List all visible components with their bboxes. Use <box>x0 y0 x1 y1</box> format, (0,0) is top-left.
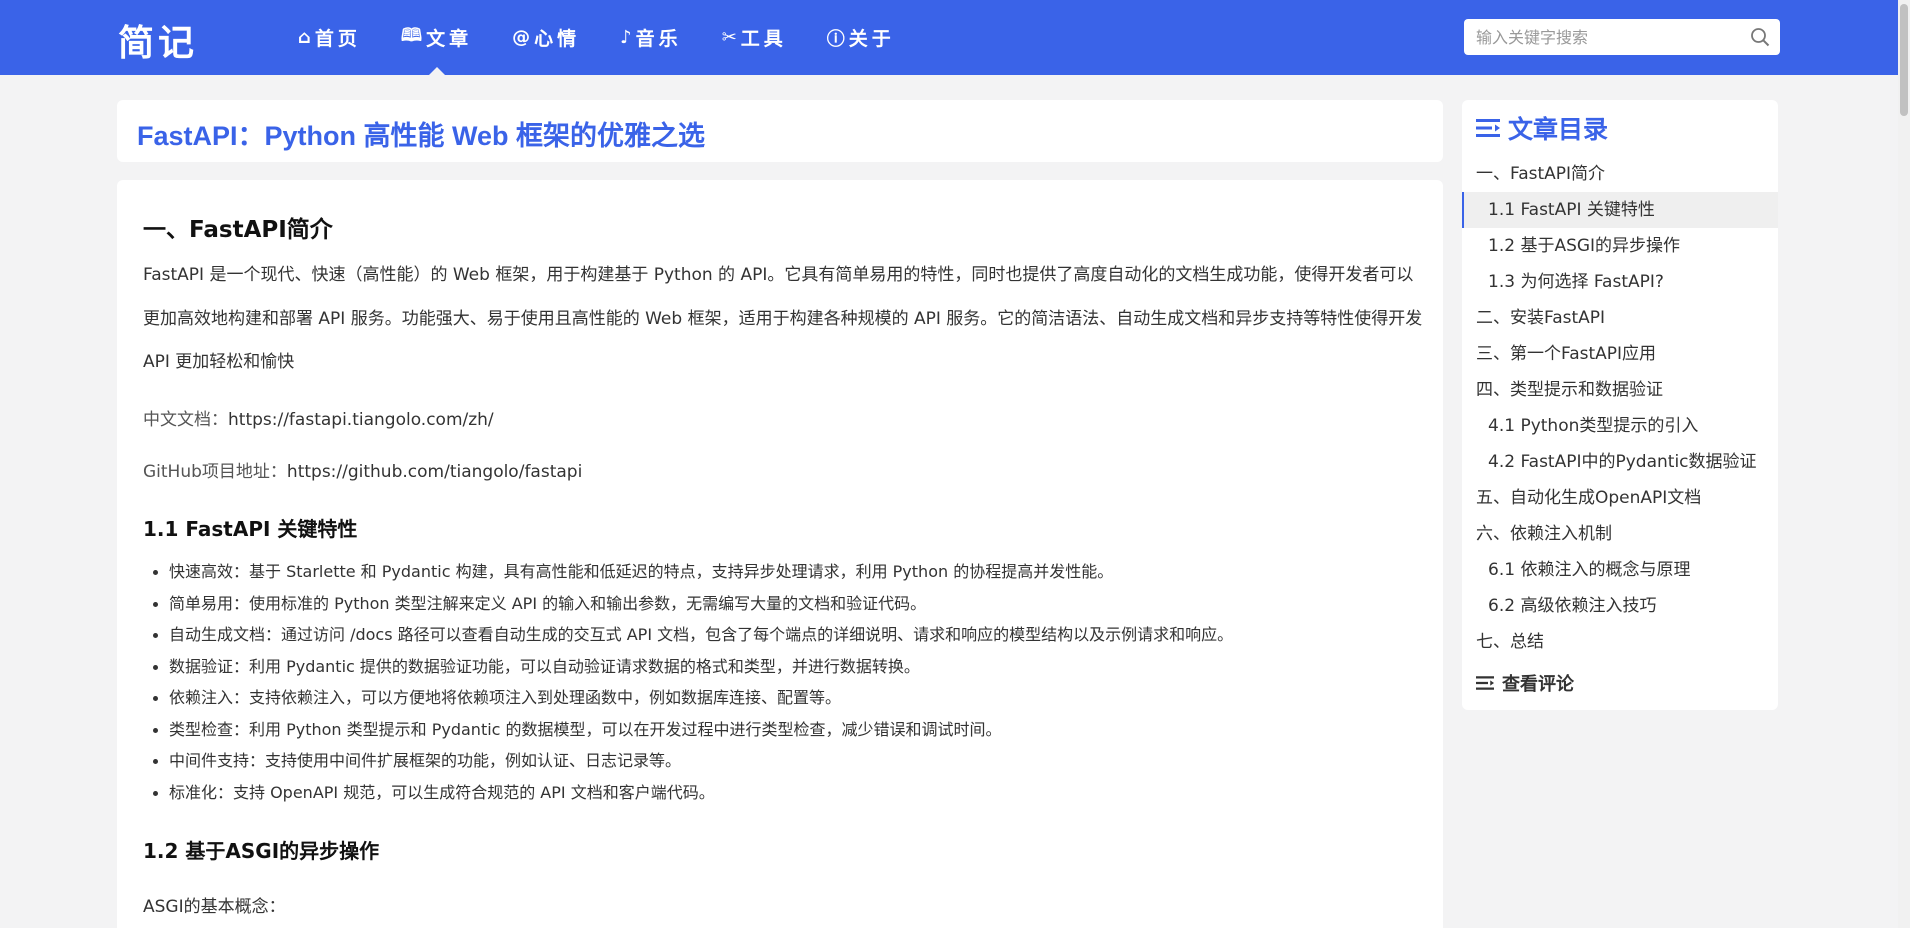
list-item: 依赖注入：支持依赖注入，可以方便地将依赖项注入到处理函数中，例如数据库连接、配置… <box>143 682 1233 714</box>
music-note-icon: ♪ <box>620 27 632 48</box>
toc-item[interactable]: 4.2 FastAPI中的Pydantic数据验证 <box>1462 444 1778 480</box>
search-input[interactable] <box>1464 19 1744 55</box>
view-comments-link[interactable]: 查看评论 <box>1476 670 1574 696</box>
article-title-card: FastAPI：Python 高性能 Web 框架的优雅之选 <box>117 100 1443 162</box>
nav-item-label: 工具 <box>740 28 787 50</box>
toc-item[interactable]: 6.2 高级依赖注入技巧 <box>1462 588 1778 624</box>
toc-item[interactable]: 二、安装FastAPI <box>1462 300 1778 336</box>
list-item: 类型检查：利用 Python 类型提示和 Pydantic 的数据模型，可以在开… <box>143 714 1233 746</box>
nav-item[interactable]: ⓘ 关于 <box>807 0 915 75</box>
article-body: 一、FastAPI简介 FastAPI 是一个现代、快速（高性能）的 Web 框… <box>117 180 1443 928</box>
nav-item-label: 音乐 <box>635 28 682 50</box>
article-title: FastAPI：Python 高性能 Web 框架的优雅之选 <box>137 121 706 151</box>
nav-item[interactable]: ♪ 音乐 <box>600 0 702 75</box>
scrollbar-thumb[interactable] <box>1900 4 1908 116</box>
toc-title: 文章目录 <box>1476 110 1608 146</box>
list-item: 标准化：支持 OpenAPI 规范，可以生成符合规范的 API 文档和客户端代码… <box>143 777 1233 809</box>
docs-label: 中文文档： <box>143 410 228 430</box>
nav-item-label: 首页 <box>314 28 361 50</box>
docs-link-line: 中文文档：https://fastapi.tiangolo.com/zh/ <box>143 405 494 430</box>
toc-item[interactable]: 六、依赖注入机制 <box>1462 516 1778 552</box>
nav-item[interactable]: 🕮 文章 <box>381 0 492 75</box>
list-icon <box>1476 676 1494 690</box>
toc-item[interactable]: 四、类型提示和数据验证 <box>1462 372 1778 408</box>
github-link-line: GitHub项目地址：https://github.com/tiangolo/f… <box>143 457 582 482</box>
intro-paragraph: FastAPI 是一个现代、快速（高性能）的 Web 框架，用于构建基于 Pyt… <box>143 265 1423 372</box>
list-item: 中间件支持：支持使用中间件扩展框架的功能，例如认证、日志记录等。 <box>143 745 1233 777</box>
toc-item[interactable]: 五、自动化生成OpenAPI文档 <box>1462 480 1778 516</box>
nav-item[interactable]: ⌂ 首页 <box>278 0 381 75</box>
at-icon: @ <box>512 27 531 48</box>
list-icon <box>1476 119 1500 137</box>
toc-item[interactable]: 七、总结 <box>1462 624 1778 660</box>
nav-item-label: 心情 <box>534 28 581 50</box>
book-icon: 🕮 <box>400 24 423 46</box>
main-nav: ⌂ 首页 🕮 文章 @ 心情 ♪ 音乐 ✂ 工具 ⓘ 关于 <box>278 0 915 75</box>
list-item: 数据验证：利用 Pydantic 提供的数据验证功能，可以自动验证请求数据的格式… <box>143 651 1233 683</box>
site-logo[interactable]: 简记 <box>118 14 198 66</box>
section-heading: 一、FastAPI简介 <box>143 217 333 243</box>
subsection-heading: 1.1 FastAPI 关键特性 <box>143 517 358 541</box>
toc-item[interactable]: 4.1 Python类型提示的引入 <box>1462 408 1778 444</box>
github-link[interactable]: https://github.com/tiangolo/fastapi <box>287 462 582 482</box>
search-box <box>1464 19 1780 55</box>
toc-item[interactable]: 1.3 为何选择 FastAPI? <box>1462 264 1778 300</box>
nav-item[interactable]: @ 心情 <box>492 0 600 75</box>
list-item: 自动生成文档：通过访问 /docs 路径可以查看自动生成的交互式 API 文档，… <box>143 619 1233 651</box>
page-scrollbar[interactable] <box>1898 0 1910 928</box>
subsection-heading: 1.2 基于ASGI的异步操作 <box>143 839 380 863</box>
nav-item[interactable]: ✂ 工具 <box>702 0 807 75</box>
docs-link[interactable]: https://fastapi.tiangolo.com/zh/ <box>228 410 494 430</box>
nav-item-label: 关于 <box>848 28 895 50</box>
toc-title-text: 文章目录 <box>1508 115 1609 144</box>
info-icon: ⓘ <box>826 28 845 50</box>
nav-item-label: 文章 <box>426 28 473 50</box>
list-item: 快速高效：基于 Starlette 和 Pydantic 构建，具有高性能和低延… <box>143 556 1233 588</box>
asgi-concept-line: ASGI的基本概念： <box>143 897 286 917</box>
tools-icon: ✂ <box>721 27 737 48</box>
toc-item[interactable]: 三、第一个FastAPI应用 <box>1462 336 1778 372</box>
search-icon[interactable] <box>1750 27 1770 47</box>
features-list: 快速高效：基于 Starlette 和 Pydantic 构建，具有高性能和低延… <box>143 556 1233 808</box>
toc-list: 一、FastAPI简介 1.1 FastAPI 关键特性 1.2 基于ASGI的异步… <box>1462 156 1778 660</box>
home-icon: ⌂ <box>298 27 311 48</box>
toc-item[interactable]: 一、FastAPI简介 <box>1462 156 1778 192</box>
toc-item[interactable]: 1.2 基于ASGI的异步操作 <box>1462 228 1778 264</box>
list-item: 简单易用：使用标准的 Python 类型注解来定义 API 的输入和输出参数，无… <box>143 588 1233 620</box>
top-navbar: 简记 ⌂ 首页 🕮 文章 @ 心情 ♪ 音乐 ✂ 工具 ⓘ 关于 <box>0 0 1898 75</box>
toc-item[interactable]: 1.1 FastAPI 关键特性 <box>1462 192 1778 228</box>
github-label: GitHub项目地址： <box>143 462 287 482</box>
view-comments-label: 查看评论 <box>1502 674 1574 695</box>
table-of-contents: 文章目录 一、FastAPI简介 1.1 FastAPI 关键特性 1.2 基于AS… <box>1462 100 1778 710</box>
toc-item[interactable]: 6.1 依赖注入的概念与原理 <box>1462 552 1778 588</box>
